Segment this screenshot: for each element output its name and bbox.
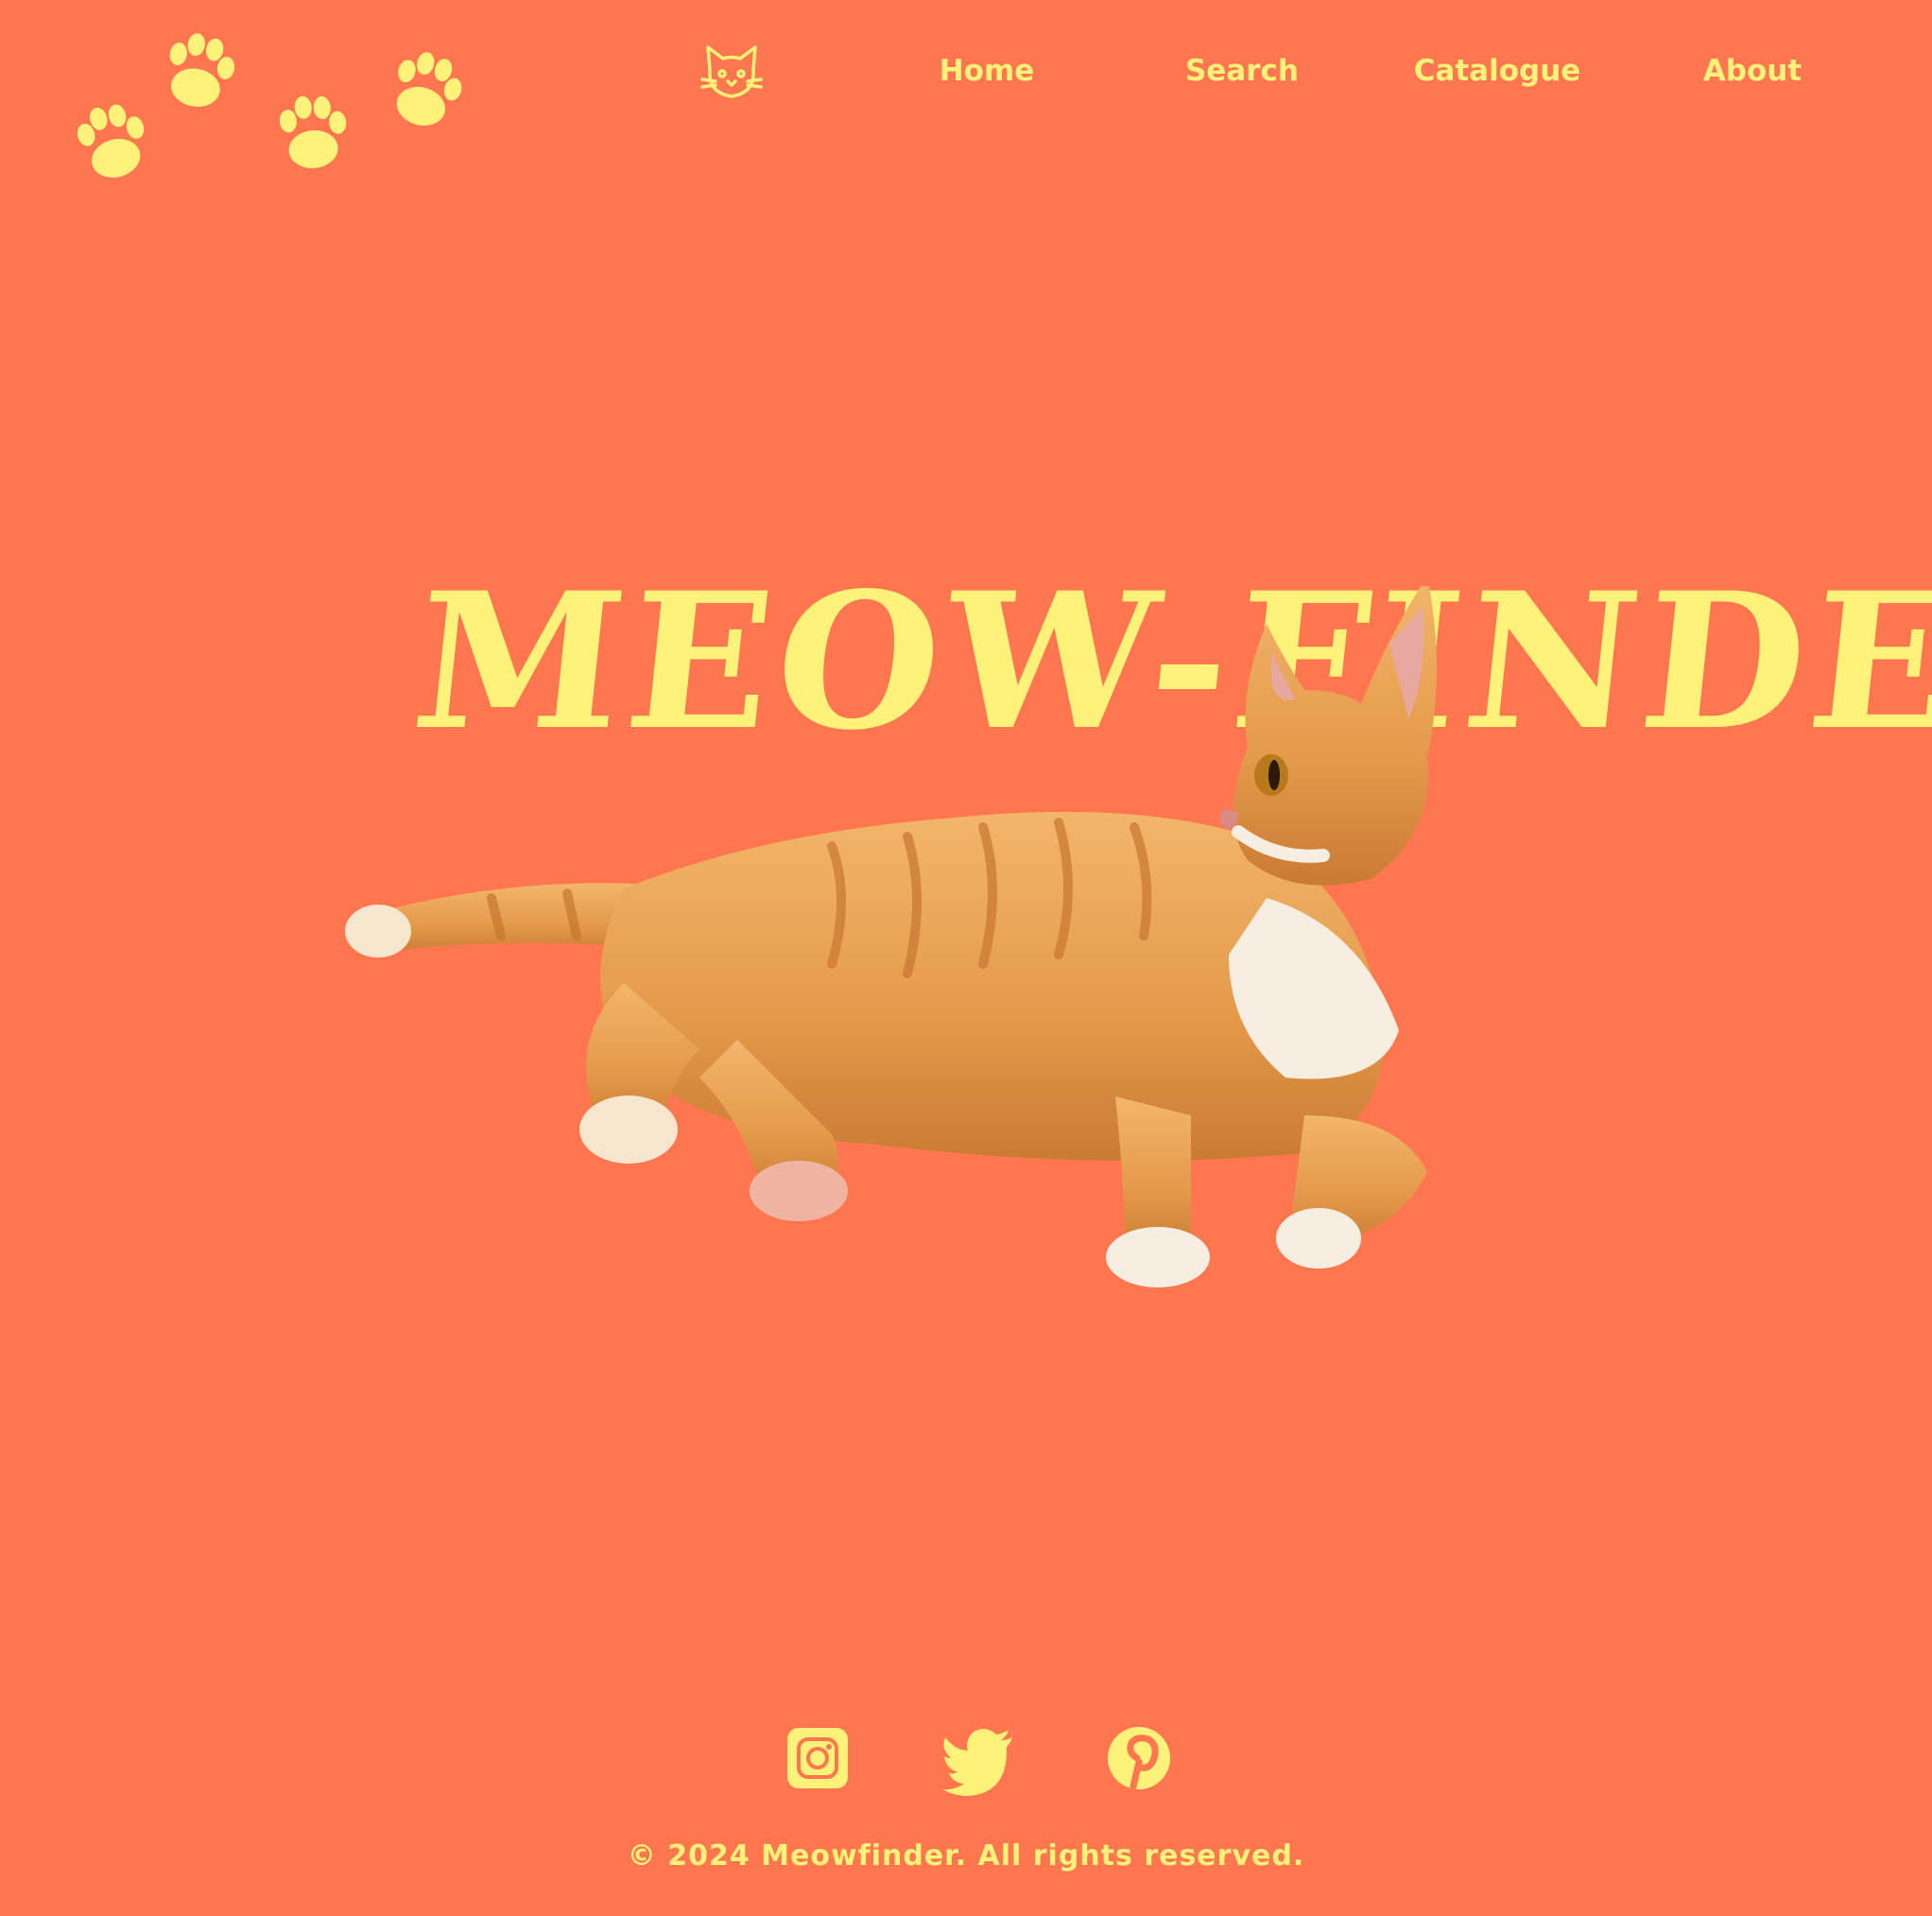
instagram-icon[interactable] <box>780 1720 855 1796</box>
nav-about[interactable]: About <box>1639 47 1866 95</box>
nav-search[interactable]: Search <box>1129 47 1355 95</box>
nav-catalogue[interactable]: Catalogue <box>1384 47 1611 95</box>
twitter-icon[interactable] <box>940 1720 1016 1796</box>
copyright: © 2024 Meowfinder. All rights reserved. <box>627 1839 1305 1873</box>
cat-image <box>345 586 1437 1287</box>
pinterest-icon[interactable] <box>1101 1720 1177 1796</box>
nav-home[interactable]: Home <box>873 47 1100 95</box>
main-nav: Home Search Catalogue About <box>0 47 1932 95</box>
